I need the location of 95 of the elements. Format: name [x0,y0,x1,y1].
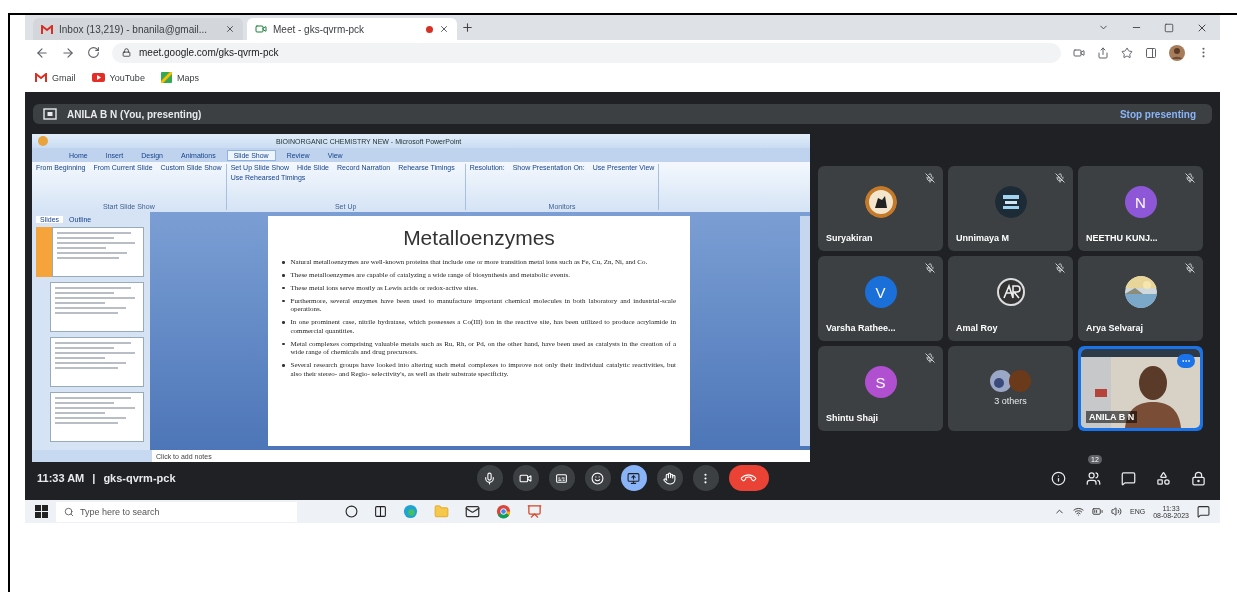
captions-icon [555,471,568,485]
participant-tile[interactable]: S Shintu Shaji [818,346,943,431]
share-icon[interactable] [1097,46,1109,59]
profile-avatar[interactable] [1169,44,1185,61]
captions-button[interactable] [548,465,575,492]
emoji-button[interactable] [584,465,611,492]
windows-logo-icon[interactable] [35,505,48,518]
task-view-icon[interactable] [374,505,387,518]
notifications-icon[interactable] [1197,505,1210,518]
scrollbar[interactable] [800,216,810,447]
participant-tile[interactable]: N NEETHU KUNJ... [1078,166,1203,251]
bookmark[interactable]: Maps [160,72,199,83]
camera-icon[interactable] [1073,46,1085,59]
search-icon [64,506,74,517]
video-icon [255,23,267,35]
slide-thumbnail[interactable] [50,392,144,443]
back-icon[interactable] [35,45,49,60]
browser-tab[interactable]: Inbox (13,219) - bnanila@gmail... [33,18,243,40]
slides-icon[interactable] [527,504,542,519]
close-icon[interactable] [439,24,449,34]
mic-off-icon [1185,263,1195,273]
present-icon [43,108,57,121]
participant-name: Amal Roy [956,323,998,333]
lock-icon [1191,470,1206,486]
slide-title: Metalloenzymes [403,226,555,251]
mail-icon [41,24,53,34]
circle-icon[interactable] [345,505,358,518]
battery-icon[interactable] [1092,506,1103,517]
hand-icon [663,471,676,485]
browser-tab[interactable]: Meet - gks-qvrm-pck [247,18,457,40]
slide-thumbnail[interactable] [52,227,144,278]
participant-tile[interactable]: 3 others [948,346,1073,431]
avatar: V [864,276,897,309]
wifi-icon[interactable] [1073,506,1084,517]
participant-name: Unnimaya M [956,233,1009,243]
participant-count: 3 others [994,396,1027,407]
hangup-button[interactable] [728,465,769,492]
people-icon [1086,470,1101,486]
browser-icon[interactable] [403,504,418,519]
map-icon [160,72,172,83]
present-button[interactable] [620,465,647,492]
side-panel-icon[interactable] [1145,46,1157,59]
meeting-code: gks-qvrm-pck [103,472,176,485]
participant-tile[interactable]: Unnimaya M [948,166,1073,251]
mic-off-icon [1185,173,1195,183]
mic-off-icon [1055,173,1065,183]
mic-off-icon [925,173,935,183]
hand-button[interactable] [656,465,683,492]
participant-tile[interactable]: V Varsha Rathee... [818,256,943,341]
participant-name: Suryakiran [826,233,873,243]
search-field[interactable]: Type here to search [56,501,297,522]
participant-name: Varsha Rathee... [826,323,896,333]
participant-name: Shintu Shaji [826,413,878,423]
restore-icon[interactable] [1164,22,1174,33]
mic-off-icon [925,263,935,273]
browser-icon[interactable] [496,504,511,519]
volume-icon[interactable] [1111,506,1122,517]
separator: | [92,472,96,485]
info-icon [1051,470,1066,486]
play-icon [91,73,105,82]
forward-icon[interactable] [61,45,75,60]
avatar: N [1124,186,1157,219]
participant-tile[interactable]: ANILA B N [1078,346,1203,431]
star-icon[interactable] [1121,46,1133,59]
camera-button[interactable] [512,465,539,492]
close-icon[interactable] [225,24,235,34]
participant-tile[interactable]: Arya Selvaraj [1078,256,1203,341]
mic-off-icon [1055,263,1065,273]
mic-button[interactable] [476,465,503,492]
mic-off-icon [925,353,935,363]
mail-icon [35,73,47,82]
new-tab-icon[interactable] [461,21,474,34]
slide-thumbnail[interactable] [50,337,144,388]
smiley-icon [591,471,604,485]
participant-name: Arya Selvaraj [1086,323,1144,333]
reload-icon[interactable] [87,46,100,59]
meeting-time: 11:33 AM [37,472,85,485]
participant-name: ANILA B N [1086,411,1138,423]
bookmark[interactable]: YouTube [91,72,145,83]
slide-thumbnail[interactable] [50,282,144,333]
bookmark[interactable]: Gmail [35,72,76,83]
participant-name: NEETHU KUNJ... [1086,233,1158,243]
present-icon [627,471,640,485]
microphone-icon [483,471,496,485]
lock-icon [122,48,131,57]
participant-tile[interactable]: Amal Roy [948,256,1073,341]
address-bar[interactable]: meet.google.com/gks-qvrm-pck [112,42,1061,63]
presenter-label: ANILA B N (You, presenting) [67,108,202,120]
monogram-avatar-icon [995,277,1026,308]
chat-icon [1121,470,1136,486]
mail-icon[interactable] [465,504,480,519]
avatar: S [864,366,897,399]
participant-tile[interactable]: Suryakiran [818,166,943,251]
stop-presenting-button[interactable]: Stop presenting [1113,104,1202,124]
shapes-icon [1156,470,1171,486]
